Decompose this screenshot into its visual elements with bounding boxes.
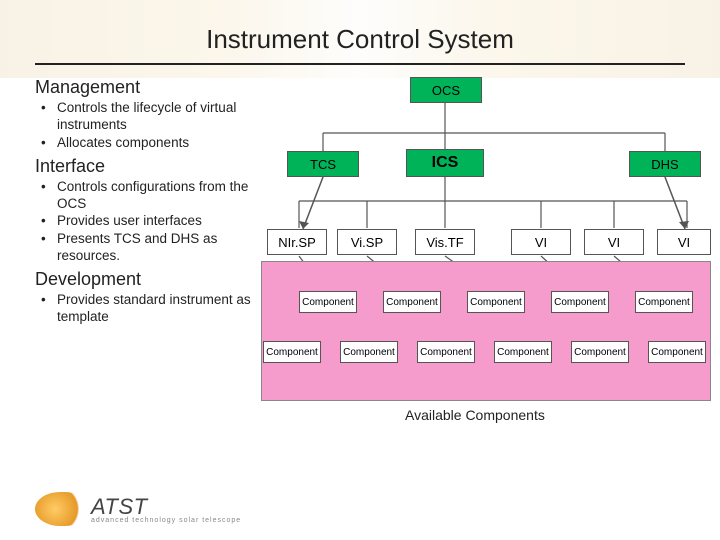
component-b4: Component bbox=[571, 341, 629, 363]
component-a2: Component bbox=[467, 291, 525, 313]
diagram-area: OCS TCS ICS DHS NIr.SP Vi.SP Vis.TF VI V… bbox=[285, 73, 712, 443]
node-vi-1: Vi.SP bbox=[337, 229, 397, 255]
available-components-region bbox=[261, 261, 711, 401]
component-b5: Component bbox=[648, 341, 706, 363]
mgmt-item-1: Allocates components bbox=[41, 135, 277, 152]
node-vi-4: VI bbox=[584, 229, 644, 255]
logo: ATST advanced technology solar telescope bbox=[35, 492, 241, 526]
node-dhs: DHS bbox=[629, 151, 701, 177]
heading-development: Development bbox=[35, 269, 277, 290]
component-b3: Component bbox=[494, 341, 552, 363]
node-vi-3: VI bbox=[511, 229, 571, 255]
node-vi-0: NIr.SP bbox=[267, 229, 327, 255]
heading-management: Management bbox=[35, 77, 277, 98]
component-a3: Component bbox=[551, 291, 609, 313]
node-ics: ICS bbox=[406, 149, 484, 177]
component-b0: Component bbox=[263, 341, 321, 363]
dev-item-0: Provides standard instrument as template bbox=[41, 292, 277, 326]
component-b2: Component bbox=[417, 341, 475, 363]
heading-interface: Interface bbox=[35, 156, 277, 177]
available-components-label: Available Components bbox=[405, 407, 545, 423]
logo-sun-icon bbox=[35, 492, 85, 526]
title-rule bbox=[35, 63, 685, 65]
node-vi-5: VI bbox=[657, 229, 711, 255]
slide-title: Instrument Control System bbox=[0, 0, 720, 63]
component-a4: Component bbox=[635, 291, 693, 313]
node-vi-2: Vis.TF bbox=[415, 229, 475, 255]
iface-item-2: Presents TCS and DHS as resources. bbox=[41, 231, 277, 265]
iface-item-0: Controls configurations from the OCS bbox=[41, 179, 277, 213]
left-text-column: Management Controls the lifecycle of vir… bbox=[35, 73, 285, 443]
iface-item-1: Provides user interfaces bbox=[41, 213, 277, 230]
mgmt-item-0: Controls the lifecycle of virtual instru… bbox=[41, 100, 277, 134]
component-b1: Component bbox=[340, 341, 398, 363]
node-tcs: TCS bbox=[287, 151, 359, 177]
component-a0: Component bbox=[299, 291, 357, 313]
node-ocs: OCS bbox=[410, 77, 482, 103]
slide-content: Instrument Control System Management Con… bbox=[0, 0, 720, 540]
logo-subtitle: advanced technology solar telescope bbox=[91, 517, 241, 524]
component-a1: Component bbox=[383, 291, 441, 313]
